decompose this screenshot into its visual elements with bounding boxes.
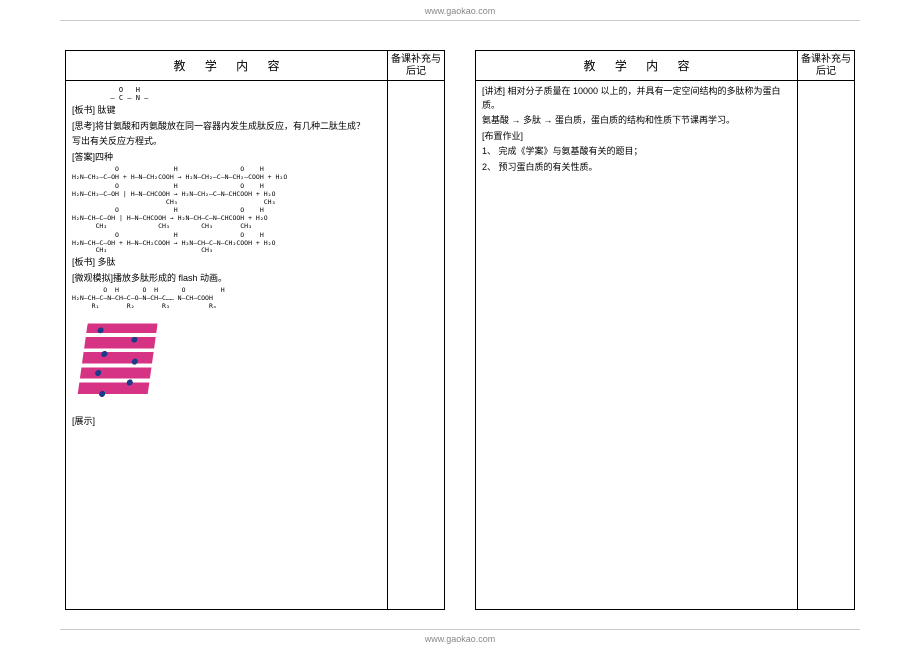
page-right-header: 教 学 内 容 备课补充与后记 <box>476 51 854 81</box>
page-left-header: 教 学 内 容 备课补充与后记 <box>66 51 444 81</box>
footer-url: www.gaokao.com <box>425 634 496 644</box>
text-amino-chain: 氨基酸 → 多肽 → 蛋白质，蛋白质的结构和性质下节课再学习。 <box>482 114 791 128</box>
text-homework-2: 2、 预习蛋白质的有关性质。 <box>482 161 791 175</box>
note-header-label: 备课补充与后记 <box>388 51 444 80</box>
equation-2: O H O H H₂N—CH₂—C—OH | H—N—CHCOOH → H₂N—… <box>72 183 381 206</box>
note-header-label-r: 备课补充与后记 <box>798 51 854 80</box>
text-display: [展示] <box>72 415 381 429</box>
display-row <box>72 312 381 415</box>
text-homework-header: [布置作业] <box>482 130 791 144</box>
peptide-bond-structure: O H — C — N — <box>102 87 381 102</box>
header-url: www.gaokao.com <box>425 6 496 16</box>
page-left: 教 学 内 容 备课补充与后记 O H — C — N — [板书] 肽键 [思… <box>65 50 445 610</box>
text-micro-sim: [微观模拟]播放多肽形成的 flash 动画。 <box>72 272 381 286</box>
equation-4: O H O H H₂N—CH—C—OH + H—N—CH₂COOH → H₂N—… <box>72 232 381 255</box>
page-right-body: [讲述] 相对分子质量在 10000 以上的，并具有一定空间结构的多肽称为蛋白质… <box>476 81 854 609</box>
left-content: O H — C — N — [板书] 肽键 [思考]将甘氨酸和丙氨酸放在同一容器… <box>66 81 388 609</box>
right-notes-column <box>798 81 854 609</box>
content-header-label-r: 教 学 内 容 <box>476 51 798 80</box>
equation-1: O H O H H₂N—CH₂—C—OH + H—N—CH₂COOH → H₂N… <box>72 166 381 182</box>
polypeptide-structure: O H O H O H H₂N—CH—C—N—CH—C—O—N—CH—C…… N… <box>72 287 381 310</box>
page-left-body: O H — C — N — [板书] 肽键 [思考]将甘氨酸和丙氨酸放在同一容器… <box>66 81 444 609</box>
page-right: 教 学 内 容 备课补充与后记 [讲述] 相对分子质量在 10000 以上的，并… <box>475 50 855 610</box>
text-homework-1: 1、 完成《学案》与氨基酸有关的题目； <box>482 145 791 159</box>
top-divider <box>60 20 860 21</box>
pages-container: 教 学 内 容 备课补充与后记 O H — C — N — [板书] 肽键 [思… <box>65 50 855 610</box>
right-content: [讲述] 相对分子质量在 10000 以上的，并具有一定空间结构的多肽称为蛋白质… <box>476 81 798 609</box>
text-banshu-peptide: [板书] 肽键 <box>72 104 381 118</box>
text-answer: [答案]四种 <box>72 151 381 165</box>
bottom-divider <box>60 629 860 630</box>
text-lecture: [讲述] 相对分子质量在 10000 以上的，并具有一定空间结构的多肽称为蛋白质… <box>482 85 791 112</box>
equation-3: O H O H H₂N—CH—C—OH | H—N—CHCOOH → H₂N—C… <box>72 207 381 230</box>
text-banshu-polypeptide: [板书] 多肽 <box>72 256 381 270</box>
content-header-label: 教 学 内 容 <box>66 51 388 80</box>
left-notes-column <box>388 81 444 609</box>
text-thinking-2: 写出有关反应方程式。 <box>72 135 381 149</box>
protein-helix-image <box>75 316 158 411</box>
text-thinking: [思考]将甘氨酸和丙氨酸放在同一容器内发生成肽反应，有几种二肽生成？ <box>72 120 381 134</box>
